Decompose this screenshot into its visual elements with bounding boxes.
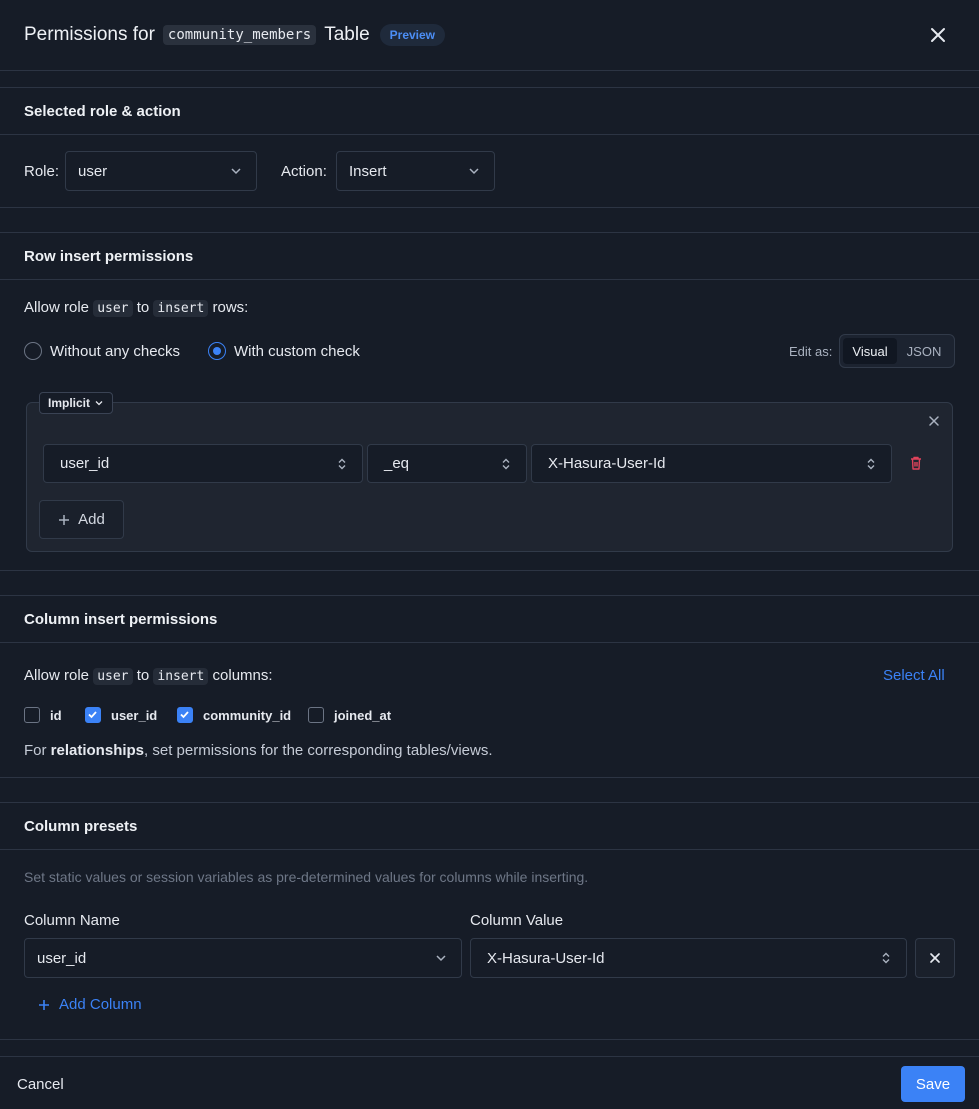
chevron-down-icon	[469, 168, 479, 175]
add-column-label: Add Column	[59, 996, 142, 1013]
add-rule-button[interactable]: Add	[39, 500, 124, 539]
title-prefix: Permissions for	[24, 24, 155, 45]
action-chip: insert	[153, 668, 209, 685]
dialog-footer: Cancel Save	[0, 1056, 979, 1109]
action-chip: insert	[153, 300, 209, 317]
chevron-up-down-icon	[338, 458, 346, 469]
plus-icon	[39, 999, 49, 1010]
checkbox-community-id-label: community_id	[203, 708, 292, 723]
preset-column-value: X-Hasura-User-Id	[487, 949, 605, 967]
rule-column-value: user_id	[60, 455, 110, 472]
checkbox-id[interactable]	[24, 707, 40, 723]
implicit-dropdown[interactable]: Implicit	[39, 392, 114, 414]
checkbox-id-label: id	[50, 708, 62, 723]
column-value-label: Column Value	[470, 912, 564, 929]
action-select[interactable]: Insert	[336, 151, 495, 191]
role-chip: user	[93, 668, 133, 685]
close-icon[interactable]	[927, 24, 949, 46]
role-select[interactable]: user	[65, 151, 257, 191]
add-rule-label: Add	[78, 511, 105, 528]
radio-custom-check-label: With custom check	[234, 343, 360, 360]
checkbox-user-id-label: user_id	[111, 708, 158, 723]
action-value: Insert	[349, 162, 387, 180]
check-icon	[180, 711, 189, 719]
trash-icon[interactable]	[908, 455, 924, 471]
close-icon[interactable]	[927, 414, 941, 428]
preview-badge: Preview	[379, 24, 446, 46]
checkbox-user-id[interactable]	[85, 707, 101, 723]
edit-json-button[interactable]: JSON	[897, 338, 951, 364]
radio-without-checks[interactable]	[24, 342, 42, 360]
chevron-down-icon	[436, 955, 446, 962]
edit-mode-toggle: Visual JSON	[839, 334, 955, 368]
role-chip: user	[93, 300, 133, 317]
section-title-role-action: Selected role & action	[24, 103, 181, 120]
preset-column-name-value: user_id	[37, 949, 87, 967]
rule-value: X-Hasura-User-Id	[548, 455, 666, 472]
table-name-chip: community_members	[162, 25, 317, 45]
column-name-label: Column Name	[24, 912, 120, 929]
cancel-button[interactable]: Cancel	[17, 1076, 64, 1093]
preset-column-value-select[interactable]: X-Hasura-User-Id	[470, 938, 907, 978]
role-value: user	[78, 162, 108, 180]
chevron-up-down-icon	[502, 458, 510, 469]
section-title-row-permissions: Row insert permissions	[24, 248, 194, 265]
remove-preset-button[interactable]	[915, 938, 955, 978]
edit-as-label: Edit as:	[789, 344, 833, 359]
implicit-label: Implicit	[48, 396, 91, 410]
section-title-presets: Column presets	[24, 818, 138, 835]
edit-visual-button[interactable]: Visual	[843, 338, 897, 364]
rule-operator-select[interactable]: _eq	[367, 444, 527, 483]
checkbox-joined-at-label: joined_at	[334, 708, 392, 723]
section-title-column-permissions: Column insert permissions	[24, 611, 218, 628]
column-allow-text: Allow role user to insert columns:	[24, 667, 273, 685]
relationships-note: For relationships, set permissions for t…	[24, 742, 493, 759]
radio-without-checks-label: Without any checks	[50, 343, 181, 360]
select-all-link[interactable]: Select All	[883, 667, 945, 684]
close-icon	[930, 953, 940, 963]
role-label: Role:	[24, 163, 60, 180]
checkbox-joined-at[interactable]	[308, 707, 324, 723]
dialog-header: Permissions for community_members Table …	[0, 0, 979, 71]
chevron-down-icon	[95, 401, 103, 406]
radio-custom-check[interactable]	[208, 342, 226, 360]
check-icon	[88, 711, 97, 719]
checkbox-community-id[interactable]	[177, 707, 193, 723]
rule-value-select[interactable]: X-Hasura-User-Id	[531, 444, 892, 483]
rule-column-select[interactable]: user_id	[43, 444, 363, 483]
row-allow-text: Allow role user to insert rows:	[24, 299, 249, 317]
action-label: Action:	[281, 163, 327, 180]
preset-column-name-select[interactable]: user_id	[24, 938, 462, 978]
save-button[interactable]: Save	[901, 1066, 965, 1102]
dialog-title: Permissions for community_members Table …	[24, 24, 446, 46]
title-suffix: Table	[324, 24, 370, 45]
chevron-down-icon	[231, 168, 241, 175]
rule-operator-value: _eq	[384, 455, 410, 472]
plus-icon	[59, 514, 70, 525]
chevron-up-down-icon	[882, 952, 890, 964]
presets-description: Set static values or session variables a…	[24, 869, 589, 885]
chevron-up-down-icon	[867, 458, 875, 469]
add-column-button[interactable]: Add Column	[38, 996, 142, 1013]
